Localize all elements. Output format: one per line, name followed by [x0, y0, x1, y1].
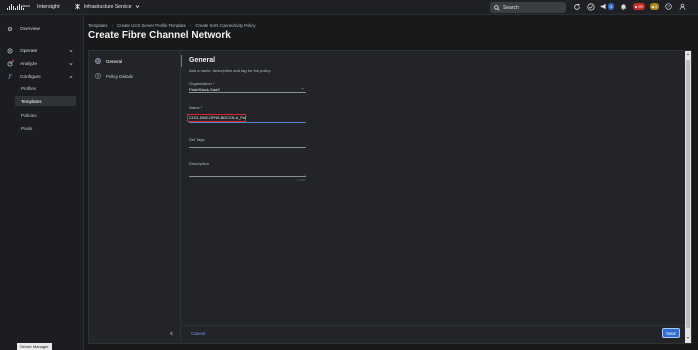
set-tags-field[interactable]: [189, 141, 306, 148]
megaphone-icon: [600, 3, 606, 10]
organization-select[interactable]: FlashStack-SaaS: [189, 86, 306, 93]
scroll-up-icon[interactable]: [686, 52, 690, 56]
breadcrumb-server-profile-template[interactable]: Create UCS Server Profile Template: [117, 23, 186, 28]
step-label: Policy Details: [106, 73, 134, 79]
organization-value: FlashStack-SaaS: [189, 86, 220, 92]
page-title: Create Fibre Channel Network: [88, 30, 231, 41]
alarm-critical-dot-icon: [635, 5, 638, 8]
bell-icon[interactable]: [619, 2, 628, 11]
step-number: 1: [95, 58, 101, 64]
chevron-left-icon[interactable]: [169, 331, 174, 336]
wizard-steps: 1 General 2 Policy Details: [89, 51, 181, 343]
sidebar-operate-label: Operate: [20, 48, 38, 54]
form-title: General: [189, 57, 216, 64]
name-label: Name *: [189, 105, 203, 110]
breadcrumb-san-connectivity-policy[interactable]: Create SAN Connectivity Policy: [195, 23, 255, 28]
svg-text:?: ?: [667, 4, 670, 9]
infrastructure-icon: [75, 3, 80, 10]
sidebar-item-pools[interactable]: Pools: [15, 123, 76, 133]
cisco-logo: cisco: [7, 3, 35, 11]
name-field[interactable]: C1S1-DM2-OFNS-BDCCN-A_Pol: [187, 114, 306, 123]
scroll-down-icon[interactable]: [686, 336, 690, 340]
description-field[interactable]: [189, 171, 306, 177]
sidebar-item-configure[interactable]: Configure: [0, 72, 84, 82]
step-label: General: [106, 58, 123, 64]
alarm-warning-count: 3: [654, 4, 657, 9]
alarm-critical-badge[interactable]: 95: [633, 3, 645, 10]
scrollbar-thumb[interactable]: [686, 60, 690, 328]
chevron-up-icon: [69, 75, 73, 78]
user-icon[interactable]: [678, 2, 687, 11]
sidebar-item-analyze[interactable]: Analyze: [0, 59, 84, 69]
app-name: Intersight: [37, 4, 60, 10]
check-circle-icon[interactable]: [586, 2, 595, 11]
breadcrumb-separator: ›: [189, 23, 192, 28]
refresh-icon[interactable]: [572, 2, 581, 11]
sidebar-item-operate[interactable]: Operate: [0, 46, 84, 56]
top-bar: cisco Intersight Infrastructure Service …: [0, 0, 698, 15]
breadcrumb-templates[interactable]: Templates: [88, 23, 108, 28]
sidebar-item-profiles[interactable]: Profiles: [15, 83, 76, 93]
sidebar-configure-label: Configure: [20, 74, 41, 80]
service-selector[interactable]: Infrastructure Service: [74, 3, 140, 10]
alarm-warning-badge[interactable]: 3: [649, 3, 659, 10]
alarm-critical-count: 95: [638, 4, 643, 9]
description-label: Description: [189, 161, 210, 166]
search-placeholder: Search: [503, 4, 519, 11]
form-subtitle: Add a name, description and tag for the …: [189, 68, 272, 73]
operate-icon: [7, 48, 13, 54]
sidebar-overview-label: Overview: [20, 26, 40, 32]
search-input[interactable]: Search: [490, 2, 566, 13]
tooltip: Server Manager: [17, 343, 52, 350]
cancel-button[interactable]: Cancel: [191, 331, 205, 336]
step-general[interactable]: 1 General: [95, 58, 122, 64]
name-value: C1S1-DM2-OFNS-BDCCN-A_Pol: [189, 116, 246, 120]
footer-divider: [181, 325, 689, 326]
wizard-panel: 1 General 2 Policy Details General Add a…: [88, 50, 692, 344]
chevron-down-icon: [301, 87, 304, 90]
notification-dot: [12, 60, 14, 62]
active-step-indicator: [181, 55, 182, 67]
service-label: Infrastructure Service: [84, 3, 132, 10]
step-policy-details[interactable]: 2 Policy Details: [95, 73, 133, 79]
next-button[interactable]: Next: [662, 328, 680, 338]
tasks-button[interactable]: 3: [600, 3, 615, 10]
chevron-down-icon: [135, 5, 139, 9]
sidebar: Overview Operate Analyze Configure Profi…: [0, 15, 84, 350]
search-icon: [494, 4, 500, 11]
help-icon[interactable]: ?: [664, 2, 673, 11]
general-form: General Add a name, description and tag …: [187, 57, 389, 182]
sidebar-item-templates[interactable]: Templates: [15, 96, 76, 106]
sidebar-item-policies[interactable]: Policies: [15, 110, 76, 120]
sidebar-item-overview[interactable]: Overview: [0, 24, 84, 34]
configure-icon: [7, 74, 13, 80]
breadcrumb-separator: ›: [111, 23, 114, 28]
chevron-down-icon: [69, 63, 73, 66]
resize-grip-icon: [303, 173, 306, 176]
scrollbar[interactable]: [685, 51, 691, 343]
overview-icon: [7, 26, 13, 32]
step-number: 2: [95, 73, 101, 79]
sidebar-analyze-label: Analyze: [20, 61, 38, 67]
alarm-warning-dot-icon: [651, 5, 654, 8]
description-counter: 0/1024: [297, 178, 306, 182]
breadcrumb: Templates › Create UCS Server Profile Te…: [88, 23, 256, 28]
task-count-badge: 3: [608, 3, 615, 10]
chevron-down-icon: [69, 50, 73, 53]
